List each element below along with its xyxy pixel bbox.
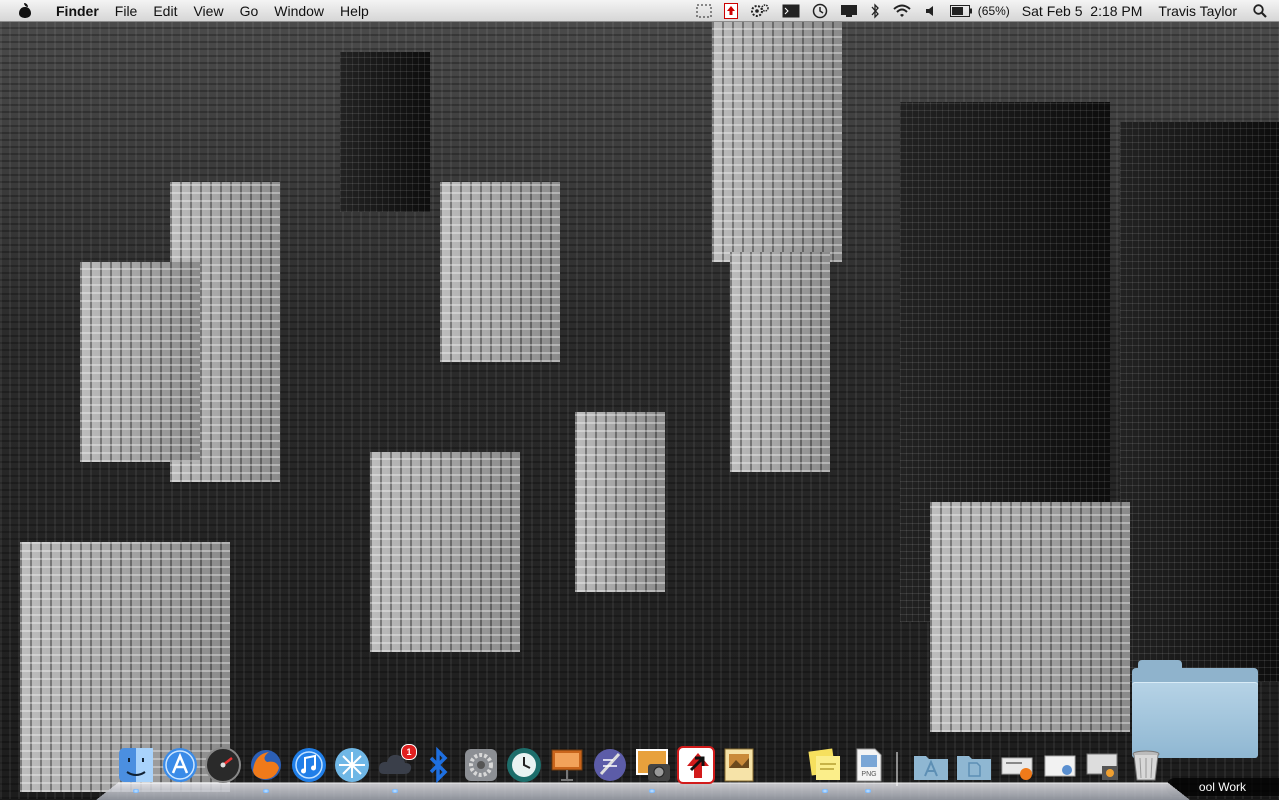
wireshark-icon[interactable] — [333, 746, 371, 784]
desktop-folder-icon[interactable] — [1132, 660, 1258, 760]
spotlight-search-icon[interactable] — [1247, 0, 1279, 22]
menu-edit[interactable]: Edit — [145, 0, 185, 22]
upload-app-dock-icon[interactable] — [677, 746, 715, 784]
finder-icon[interactable] — [117, 746, 155, 784]
bluetooth-icon[interactable] — [864, 0, 886, 22]
wifi-icon[interactable] — [886, 0, 918, 22]
screenshots-stack-icon[interactable] — [1084, 746, 1122, 784]
menu-window[interactable]: Window — [266, 0, 332, 22]
firefox-icon[interactable] — [247, 746, 285, 784]
system-preferences-icon[interactable] — [462, 746, 500, 784]
bluetooth-app-icon[interactable] — [419, 746, 457, 784]
battery-icon[interactable] — [944, 0, 978, 22]
dashboard-icon[interactable] — [204, 746, 242, 784]
volume-icon[interactable] — [918, 0, 944, 22]
cloud-app-icon[interactable] — [376, 746, 414, 784]
display-mirroring-icon[interactable] — [834, 0, 864, 22]
terminal-icon[interactable] — [776, 0, 806, 22]
downloads-stack-icon[interactable] — [998, 746, 1036, 784]
menu-app-finder[interactable]: Finder — [48, 0, 107, 22]
menu-go[interactable]: Go — [232, 0, 267, 22]
svg-text:PNG: PNG — [861, 771, 876, 778]
clock[interactable]: Sat Feb 5 2:18 PM — [1016, 0, 1149, 22]
keynote-icon[interactable] — [548, 746, 586, 784]
dock-shelf — [96, 782, 1190, 800]
desktop-wallpaper — [0, 22, 1279, 799]
apple-menu-icon[interactable] — [18, 2, 32, 19]
user-name[interactable]: Travis Taylor — [1148, 0, 1247, 22]
script-editor-icon[interactable] — [591, 746, 629, 784]
upload-app-icon[interactable] — [718, 0, 744, 22]
applications-stack-icon[interactable] — [912, 746, 950, 784]
menu-file[interactable]: File — [107, 0, 146, 22]
app-store-icon[interactable] — [161, 746, 199, 784]
time-machine-icon[interactable] — [806, 0, 834, 22]
menu-view[interactable]: View — [185, 0, 231, 22]
battery-percentage[interactable]: (65%) — [978, 0, 1016, 22]
trash-icon[interactable] — [1127, 746, 1165, 784]
stickies-icon[interactable] — [806, 746, 844, 784]
stack-files-icon[interactable] — [1041, 746, 1079, 784]
screenshot-selection-icon[interactable] — [690, 0, 718, 22]
time-machine-app-icon[interactable] — [505, 746, 543, 784]
menu-bar: Finder File Edit View Go Window Help (65… — [0, 0, 1279, 22]
gears-icon[interactable] — [744, 0, 776, 22]
documents-stack-icon[interactable] — [955, 746, 993, 784]
preview-icon[interactable] — [720, 746, 758, 784]
itunes-icon[interactable] — [290, 746, 328, 784]
menu-help[interactable]: Help — [332, 0, 377, 22]
desktop-folder-label[interactable]: ool Work — [1166, 778, 1279, 796]
png-file-icon[interactable]: PNG — [849, 746, 887, 784]
iphoto-icon[interactable] — [634, 746, 672, 784]
